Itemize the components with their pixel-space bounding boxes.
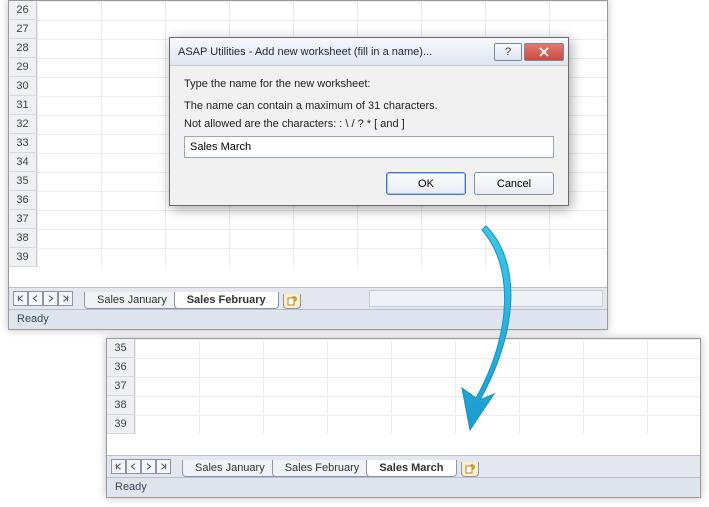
close-button[interactable] <box>524 43 564 61</box>
row-header[interactable]: 37 <box>9 210 37 229</box>
worksheet-tab[interactable]: Sales February <box>272 460 373 477</box>
ok-button[interactable]: OK <box>386 172 466 195</box>
row-header[interactable]: 31 <box>9 96 37 115</box>
cancel-button[interactable]: Cancel <box>474 172 554 195</box>
dialog-prompt: Type the name for the new worksheet: <box>184 78 554 90</box>
row-header[interactable]: 38 <box>9 229 37 248</box>
status-bar: Ready <box>9 309 607 329</box>
row-header[interactable]: 29 <box>9 58 37 77</box>
row-header[interactable]: 38 <box>107 396 135 415</box>
worksheet-tab-strip: Sales JanuarySales FebruarySales March <box>107 455 700 477</box>
nav-next-icon[interactable] <box>43 291 58 306</box>
worksheet-name-input[interactable] <box>184 136 554 158</box>
status-text: Ready <box>17 313 49 325</box>
sheet-nav-buttons <box>13 291 73 306</box>
row-header[interactable]: 27 <box>9 20 37 39</box>
row-header[interactable]: 33 <box>9 134 37 153</box>
row-header[interactable]: 35 <box>9 172 37 191</box>
worksheet-tab[interactable]: Sales February <box>174 292 279 309</box>
row-header[interactable]: 36 <box>9 191 37 210</box>
row-header[interactable]: 36 <box>107 358 135 377</box>
help-button[interactable]: ? <box>494 43 522 61</box>
nav-first-icon[interactable] <box>13 291 28 306</box>
nav-prev-icon[interactable] <box>126 459 141 474</box>
sheet-nav-buttons <box>111 459 171 474</box>
dialog-titlebar[interactable]: ASAP Utilities - Add new worksheet (fill… <box>170 38 568 66</box>
worksheet-tab[interactable]: Sales March <box>366 460 456 477</box>
horizontal-scrollbar[interactable] <box>369 290 603 307</box>
row-header[interactable]: 37 <box>107 377 135 396</box>
tabs-container: Sales JanuarySales FebruarySales March <box>182 458 479 477</box>
worksheet-tab[interactable]: Sales January <box>182 460 278 477</box>
row-header[interactable]: 26 <box>9 1 37 20</box>
nav-last-icon[interactable] <box>58 291 73 306</box>
close-icon <box>538 47 550 57</box>
status-bar: Ready <box>107 477 700 497</box>
nav-first-icon[interactable] <box>111 459 126 474</box>
nav-next-icon[interactable] <box>141 459 156 474</box>
row-header[interactable]: 28 <box>9 39 37 58</box>
cell-grid[interactable] <box>135 339 700 434</box>
row-header[interactable]: 32 <box>9 115 37 134</box>
screenshot-before: 2627282930313233343536373839 Sales Janua… <box>8 0 608 330</box>
new-sheet-icon[interactable] <box>461 462 479 477</box>
screenshot-after: 3536373839 Sales JanuarySales FebruarySa… <box>106 338 701 498</box>
row-header[interactable]: 39 <box>9 248 37 267</box>
dialog-body: Type the name for the new worksheet: The… <box>170 66 568 205</box>
worksheet-tab[interactable]: Sales January <box>84 292 180 309</box>
help-icon: ? <box>505 46 511 58</box>
tabs-container: Sales JanuarySales February <box>84 290 301 309</box>
dialog-rule-maxchars: The name can contain a maximum of 31 cha… <box>184 100 554 112</box>
row-header[interactable]: 35 <box>107 339 135 358</box>
dialog-title: ASAP Utilities - Add new worksheet (fill… <box>178 46 492 58</box>
dialog-rule-chars: Not allowed are the characters: : \ / ? … <box>184 118 554 130</box>
nav-prev-icon[interactable] <box>28 291 43 306</box>
status-text: Ready <box>115 481 147 493</box>
nav-last-icon[interactable] <box>156 459 171 474</box>
new-sheet-icon[interactable] <box>283 294 301 309</box>
row-header[interactable]: 34 <box>9 153 37 172</box>
row-header[interactable]: 30 <box>9 77 37 96</box>
row-header[interactable]: 39 <box>107 415 135 434</box>
add-worksheet-dialog: ASAP Utilities - Add new worksheet (fill… <box>169 37 569 206</box>
worksheet-tab-strip: Sales JanuarySales February <box>9 287 607 309</box>
